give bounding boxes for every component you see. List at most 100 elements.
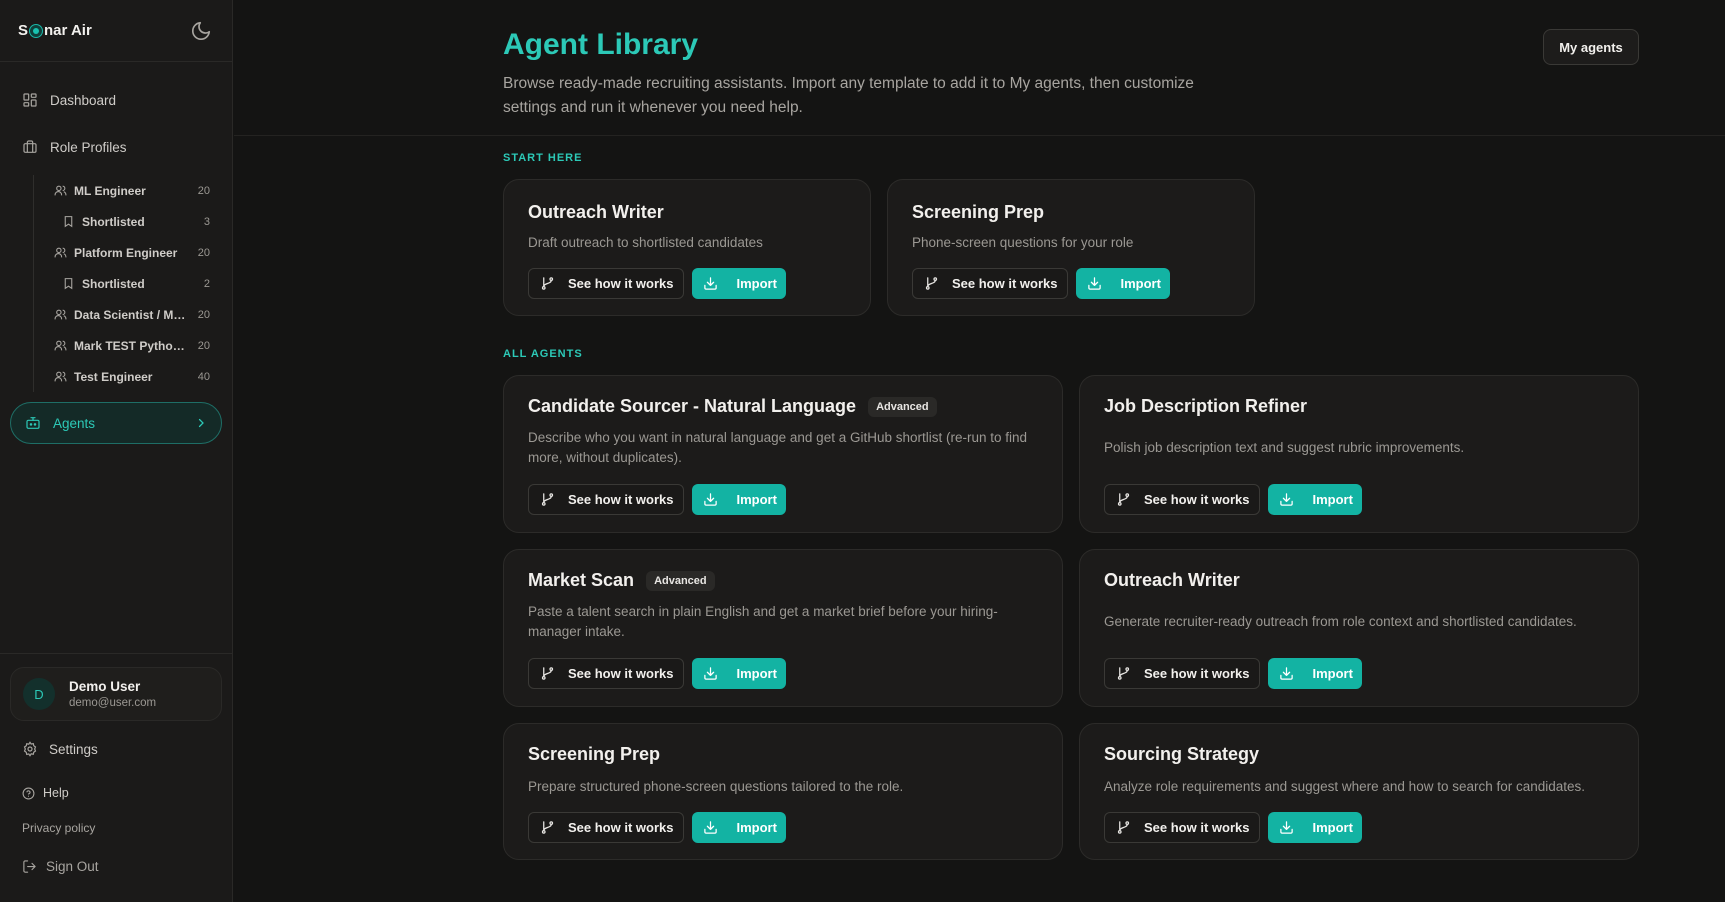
role-name: Mark TEST Python ... <box>74 338 190 353</box>
import-button[interactable]: Import <box>1268 658 1362 689</box>
see-how-it-works-button[interactable]: See how it works <box>1104 658 1261 689</box>
card-title-text: Screening Prep <box>528 744 661 764</box>
button-label: Import <box>736 820 777 835</box>
card-description: Paste a talent search in plain English a… <box>528 604 998 639</box>
start-card-outreach-writer: Outreach Writer Draft outreach to shortl… <box>503 179 871 316</box>
card-description: Draft outreach to shortlisted candidates <box>528 235 763 250</box>
import-button[interactable]: Import <box>1076 268 1170 299</box>
download-icon <box>1280 821 1294 834</box>
user-name: Demo User <box>69 679 141 694</box>
page-header: Agent Library Browse ready-made recruiti… <box>234 0 1725 136</box>
import-button[interactable]: Import <box>692 658 786 689</box>
users-icon <box>54 185 67 196</box>
user-card[interactable]: D Demo User demo@user.com <box>10 667 222 721</box>
brand-dot-icon <box>29 23 44 38</box>
brand-logo[interactable]: S nar Air <box>18 22 92 39</box>
card-actions: See how it works Import <box>528 812 786 843</box>
download-icon <box>704 821 718 834</box>
role-item-data-scientist[interactable]: Data Scientist / ML ... 20 <box>34 299 232 330</box>
button-label: See how it works <box>1144 820 1250 835</box>
sign-out-link[interactable]: Sign Out <box>0 859 232 874</box>
import-button[interactable]: Import <box>692 268 786 299</box>
card-description: Prepare structured phone-screen question… <box>528 779 904 794</box>
see-how-it-works-button[interactable]: See how it works <box>528 268 685 299</box>
card-description: Polish job description text and suggest … <box>1104 440 1465 455</box>
help-link[interactable]: Help <box>0 786 232 800</box>
role-count: 20 <box>197 246 210 259</box>
see-how-it-works-button[interactable]: See how it works <box>1104 484 1261 515</box>
import-button[interactable]: Import <box>1268 484 1362 515</box>
card-actions: See how it works Import <box>912 268 1170 299</box>
role-name: Test Engineer <box>74 369 153 384</box>
see-how-it-works-button[interactable]: See how it works <box>528 812 685 843</box>
help-label: Help <box>43 786 69 800</box>
help-circle-icon <box>22 787 35 799</box>
button-label: Import <box>736 666 777 681</box>
button-label: Import <box>736 492 777 507</box>
nav-role-profiles[interactable]: Role Profiles <box>10 127 222 167</box>
branch-icon <box>541 277 554 290</box>
see-how-it-works-button[interactable]: See how it works <box>1104 812 1261 843</box>
download-icon <box>1280 667 1294 680</box>
branch-icon <box>1117 493 1130 506</box>
branch-icon <box>925 277 938 290</box>
card-title: Outreach Writer <box>528 202 664 223</box>
privacy-policy-link[interactable]: Privacy policy <box>0 821 232 835</box>
user-email: demo@user.com <box>69 697 157 709</box>
settings-link[interactable]: Settings <box>0 741 232 757</box>
role-count: 3 <box>203 215 210 228</box>
see-how-it-works-button[interactable]: See how it works <box>528 484 685 515</box>
button-label: See how it works <box>568 820 674 835</box>
role-count: 20 <box>197 308 210 321</box>
card-description: Analyze role requirements and suggest wh… <box>1104 779 1586 794</box>
sidebar-bottom: D Demo User demo@user.com Settings Help … <box>0 653 232 874</box>
role-item-ml-engineer[interactable]: ML Engineer 20 <box>34 175 232 206</box>
button-label: Import <box>1312 492 1353 507</box>
see-how-it-works-button[interactable]: See how it works <box>912 268 1069 299</box>
card-actions: See how it works Import <box>528 268 786 299</box>
bookmark-icon <box>64 278 73 290</box>
agent-card-outreach-writer: Outreach Writer Generate recruiter-ready… <box>1079 549 1639 707</box>
card-title-text: Outreach Writer <box>528 202 664 222</box>
button-label: See how it works <box>1144 666 1250 681</box>
button-label: See how it works <box>952 276 1058 291</box>
branch-icon <box>541 821 554 834</box>
page-title: Agent Library <box>503 28 699 61</box>
import-button[interactable]: Import <box>692 812 786 843</box>
role-item-test-engineer[interactable]: Test Engineer 40 <box>34 361 232 392</box>
privacy-label: Privacy policy <box>22 821 96 835</box>
branch-icon <box>1117 667 1130 680</box>
import-button[interactable]: Import <box>692 484 786 515</box>
card-actions: See how it works Import <box>1104 812 1362 843</box>
import-button[interactable]: Import <box>1268 812 1362 843</box>
nav-agents[interactable]: Agents <box>10 402 222 444</box>
moon-icon[interactable] <box>190 20 212 42</box>
advanced-badge: Advanced <box>868 396 937 417</box>
button-label: See how it works <box>568 492 674 507</box>
chevron-right-icon <box>198 418 204 428</box>
card-description: Generate recruiter-ready outreach from r… <box>1104 614 1577 629</box>
button-label: See how it works <box>568 666 674 681</box>
button-label: See how it works <box>568 276 674 291</box>
grid-icon <box>23 93 37 107</box>
my-agents-button[interactable]: My agents <box>1543 29 1639 65</box>
nav-dashboard-label: Dashboard <box>50 92 117 108</box>
gear-icon <box>23 741 37 757</box>
role-item-mark-test-python[interactable]: Mark TEST Python ... 20 <box>34 330 232 361</box>
role-name: Platform Engineer <box>74 245 178 260</box>
card-actions: See how it works Import <box>528 658 786 689</box>
role-item-shortlisted[interactable]: Shortlisted 2 <box>34 268 232 299</box>
nav-dashboard[interactable]: Dashboard <box>10 80 222 120</box>
brand-row: S nar Air <box>0 0 232 62</box>
role-name: ML Engineer <box>74 183 146 198</box>
button-label: See how it works <box>1144 492 1250 507</box>
see-how-it-works-button[interactable]: See how it works <box>528 658 685 689</box>
role-item-shortlisted[interactable]: Shortlisted 3 <box>34 206 232 237</box>
robot-icon <box>26 417 40 429</box>
card-title: Screening Prep <box>912 202 1044 223</box>
nav-agents-label: Agents <box>53 415 96 431</box>
agent-card-job-description-refiner: Job Description Refiner Polish job descr… <box>1079 375 1639 533</box>
card-title-text: Screening Prep <box>912 202 1045 222</box>
role-item-platform-engineer[interactable]: Platform Engineer 20 <box>34 237 232 268</box>
users-icon <box>54 247 67 258</box>
